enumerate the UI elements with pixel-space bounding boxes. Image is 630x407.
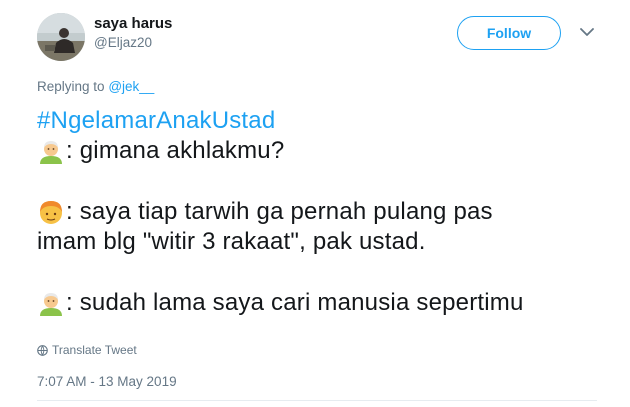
older-man-emoji-icon [40, 293, 62, 316]
chevron-down-icon [580, 27, 594, 36]
replying-to: Replying to @jek__ [37, 79, 154, 94]
tweet-line-4: : sudah lama saya cari manusia sepertimu [66, 289, 524, 316]
tweet-text: #NgelamarAnakUstad : gimana akhlakmu? : … [37, 106, 617, 318]
globe-icon [37, 344, 48, 356]
boy-emoji-icon [40, 201, 62, 224]
avatar-photo [37, 13, 85, 61]
translate-tweet-link[interactable]: Translate Tweet [37, 343, 137, 357]
hashtag-link[interactable]: #NgelamarAnakUstad [37, 106, 275, 136]
translate-tweet-label: Translate Tweet [52, 343, 137, 357]
divider [37, 400, 597, 401]
tweet-line-2: : saya tiap tarwih ga pernah pulang pas [66, 198, 493, 225]
author-name[interactable]: saya harus [94, 15, 172, 32]
tweet-line-1: : gimana akhlakmu? [66, 137, 285, 164]
more-options-button[interactable] [577, 22, 597, 42]
replying-to-label: Replying to [37, 79, 105, 94]
follow-button[interactable]: Follow [457, 16, 561, 50]
tweet-timestamp[interactable]: 7:07 AM - 13 May 2019 [37, 374, 177, 389]
older-man-emoji-icon [40, 141, 62, 164]
tweet-line-3: imam blg "witir 3 rakaat", pak ustad. [37, 228, 426, 255]
reply-mention-link[interactable]: @jek__ [108, 79, 154, 94]
avatar[interactable] [37, 13, 85, 61]
author-handle[interactable]: @Eljaz20 [94, 35, 152, 50]
